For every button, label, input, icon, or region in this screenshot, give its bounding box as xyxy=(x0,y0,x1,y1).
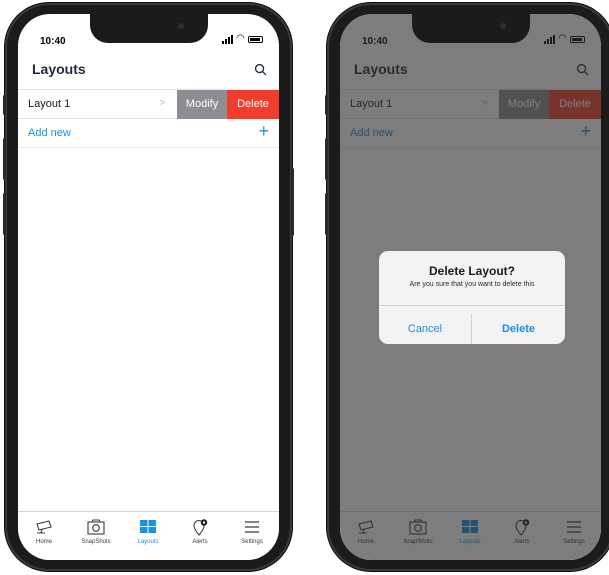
camera-icon xyxy=(36,520,52,534)
tab-home[interactable]: Home xyxy=(18,516,70,556)
phone-frame-right: 10:40 ◠ Layouts Layout 1 > Modify Delete… xyxy=(325,3,609,571)
layouts-icon xyxy=(140,520,156,533)
alert-pin-icon xyxy=(193,519,208,536)
dialog-divider xyxy=(379,305,565,306)
dialog-title: Delete Layout? xyxy=(428,264,515,278)
add-new-row[interactable]: Add new + xyxy=(18,119,279,148)
confirm-delete-button[interactable]: Delete xyxy=(472,323,565,335)
phone-frame-left: 10:40 ◠ Layouts Layout 1 > Modify Delete… xyxy=(3,3,294,571)
screen-layouts: 10:40 ◠ Layouts Layout 1 > Modify Delete… xyxy=(18,14,279,560)
snapshot-icon xyxy=(87,519,105,535)
search-icon[interactable] xyxy=(254,63,267,76)
page-title: Layouts xyxy=(32,61,86,77)
cancel-button[interactable]: Cancel xyxy=(379,323,471,335)
notch xyxy=(412,14,530,43)
plus-icon[interactable]: + xyxy=(258,121,269,141)
screen-delete-confirm: 10:40 ◠ Layouts Layout 1 > Modify Delete… xyxy=(340,14,601,560)
chevron-right-icon: > xyxy=(159,97,166,109)
delete-button[interactable]: Delete xyxy=(227,90,279,119)
notch xyxy=(90,14,208,43)
volume-up-button xyxy=(325,138,328,180)
status-icons: ◠ xyxy=(222,34,263,44)
status-time: 10:40 xyxy=(40,36,66,47)
delete-confirm-dialog: Delete Layout? Are you sure that you wan… xyxy=(379,251,565,344)
layout-name: Layout 1 xyxy=(28,98,71,110)
tab-bar: Home SnapShots Layouts xyxy=(18,511,279,560)
menu-icon xyxy=(245,521,259,533)
mute-switch xyxy=(325,95,328,115)
tab-snapshots[interactable]: SnapShots xyxy=(70,516,122,556)
wifi-icon: ◠ xyxy=(236,33,245,44)
dialog-message: Are you sure that you want to delete thi… xyxy=(409,281,535,288)
modify-button[interactable]: Modify xyxy=(177,90,227,119)
layout-row[interactable]: Layout 1 > Modify Delete xyxy=(18,89,279,119)
tab-layouts[interactable]: Layouts xyxy=(122,516,174,556)
volume-down-button xyxy=(3,193,6,235)
signal-icon xyxy=(222,41,224,44)
battery-icon xyxy=(248,36,263,43)
tab-alerts[interactable]: Alerts xyxy=(174,516,226,556)
add-new-label: Add new xyxy=(28,127,71,139)
power-button xyxy=(291,168,294,236)
volume-up-button xyxy=(3,138,6,180)
volume-down-button xyxy=(325,193,328,235)
mute-switch xyxy=(3,95,6,115)
tab-settings[interactable]: Settings xyxy=(226,516,278,556)
